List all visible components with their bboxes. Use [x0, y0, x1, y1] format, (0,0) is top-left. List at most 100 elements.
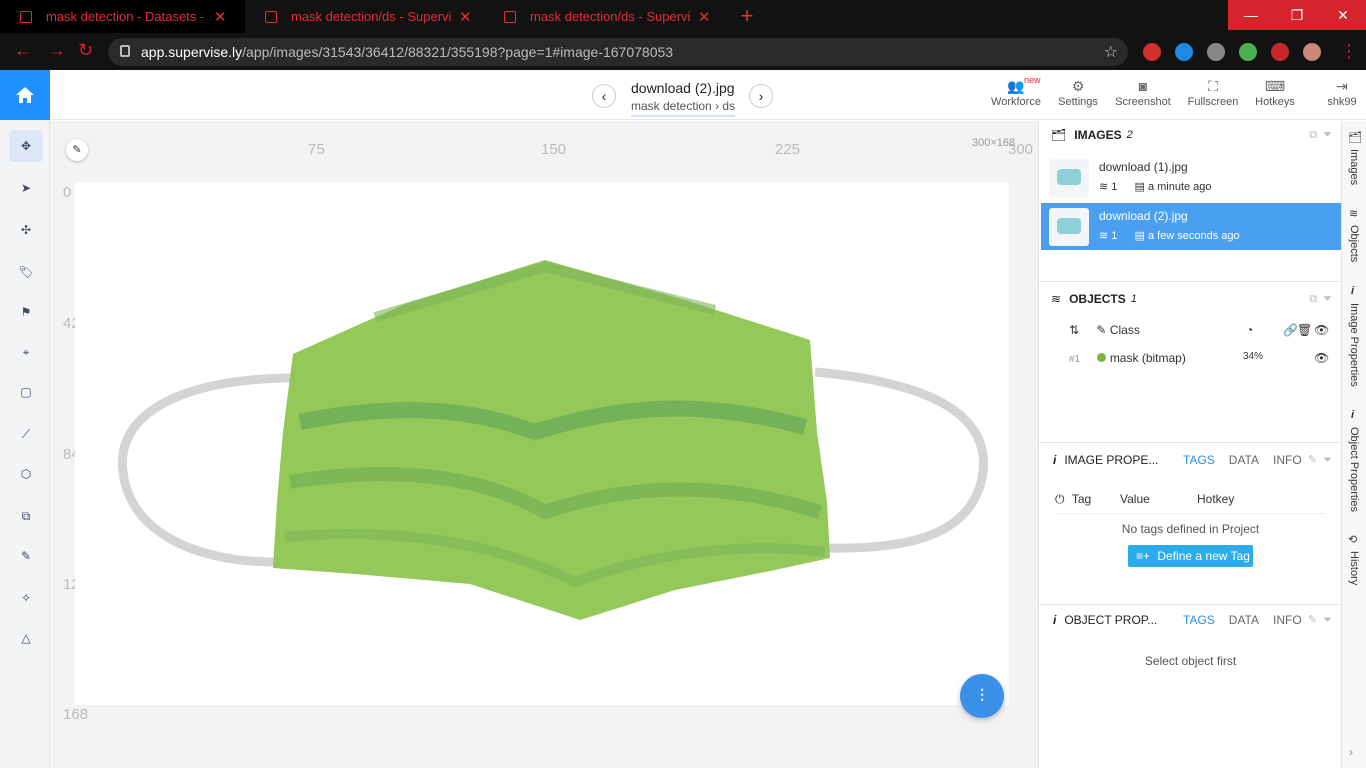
next-image-button[interactable]: › [749, 84, 773, 108]
move-tool-icon[interactable]: ✣ [9, 214, 43, 246]
tab-title: mask detection/ds - Supervisely [291, 9, 451, 24]
image-list-item-selected[interactable]: download (2).jpg ≋ 1 ▤ a few seconds ago [1041, 203, 1341, 250]
settings-button[interactable]: ⚙ Settings [1050, 78, 1106, 108]
annotation-app: ✥ ➤ ✣ 🏷 ⚑ ⌖ ▢ ⟋ ⬡ ⧉ ✎ ✧ △ ‹ download (2)… [0, 70, 1366, 768]
extension-download-icon[interactable] [1207, 43, 1225, 61]
brush-tool-icon[interactable]: ✎ [9, 540, 43, 572]
no-tags-text: No tags defined in Project [1121, 522, 1260, 536]
tab-tags[interactable]: TAGS [1183, 613, 1215, 627]
profile-avatar[interactable] [1303, 43, 1321, 61]
new-tab-button[interactable]: + [734, 5, 760, 29]
graph-tool-icon[interactable]: △ [9, 622, 43, 654]
side-tab-images[interactable]: Images 🗂 [1342, 127, 1366, 187]
home-button[interactable] [0, 70, 50, 120]
cuboid-tool-icon[interactable]: ⧉ [9, 500, 43, 532]
polygon-tool-icon[interactable]: ⬡ [9, 458, 43, 490]
restore-button[interactable]: ❐ [1274, 0, 1320, 30]
flag-tool-icon[interactable]: ⚑ [9, 296, 43, 328]
tab-info[interactable]: INFO [1273, 613, 1302, 627]
browser-tab-1[interactable]: mask detection - Datasets - Supervisely … [0, 0, 245, 33]
breadcrumb-project[interactable]: mask detection [631, 99, 712, 113]
extension-hand-icon[interactable] [1143, 43, 1161, 61]
lock-icon [120, 45, 130, 57]
menu-dots-icon[interactable]: ⋮ [1340, 41, 1358, 62]
browser-tab-3[interactable]: mask detection/ds - Supervisely ✕ [484, 0, 729, 33]
bookmark-star-icon[interactable]: ☆ [1104, 42, 1118, 62]
sort-icon[interactable]: ⇅ [1069, 323, 1079, 337]
edit-filter-icon[interactable]: ✎ ⏷ [1308, 613, 1332, 627]
image-time: a minute ago [1147, 181, 1212, 193]
link-icon[interactable]: 🔗 [1283, 323, 1298, 337]
supervisely-favicon-icon [504, 10, 516, 23]
tab-data[interactable]: DATA [1229, 453, 1259, 467]
polyline-tool-icon[interactable]: ⟋ [9, 418, 43, 450]
minimize-button[interactable]: — [1228, 0, 1274, 30]
tab-tags[interactable]: TAGS [1183, 453, 1215, 467]
images-filter-icon[interactable]: ⧉ ⏷ [1309, 129, 1332, 142]
back-icon[interactable]: ← [14, 40, 32, 61]
object-row[interactable]: #1 mask (bitmap) 34% 👁 [1069, 351, 1329, 365]
trash-icon[interactable]: 🗑 [1297, 323, 1312, 337]
image-list-item[interactable]: download (1).jpg ≋ 1 ▤ a minute ago [1041, 154, 1341, 201]
edit-filter-icon[interactable]: ✎ ⏷ [1308, 453, 1332, 467]
user-logout-button[interactable]: ⇥ shk99 [1324, 78, 1360, 108]
hotkeys-button[interactable]: ⌨ Hotkeys [1250, 78, 1300, 108]
extension-leaf-icon[interactable] [1239, 43, 1257, 61]
tab-data[interactable]: DATA [1229, 613, 1259, 627]
tools-fab-button[interactable]: ⫶ [960, 674, 1004, 718]
workforce-button[interactable]: 👥 Workforce [990, 78, 1042, 108]
object-index: #1 [1069, 354, 1081, 365]
tab-title: mask detection - Datasets - Supervisely [46, 9, 206, 24]
eye-icon[interactable]: 👁 [1314, 323, 1329, 337]
users-icon: 👥 [1007, 78, 1025, 94]
divider [1039, 281, 1342, 282]
close-tab-icon[interactable]: ✕ [459, 8, 472, 26]
pan-tool-icon[interactable]: ✥ [9, 130, 43, 162]
object-area: 34% [1243, 351, 1264, 362]
reload-icon[interactable]: ↻ [78, 40, 93, 61]
brush-settings-icon[interactable]: ✎ [66, 139, 88, 161]
collapse-chevron-icon[interactable]: › [1349, 745, 1353, 759]
close-tab-icon[interactable]: ✕ [698, 8, 711, 26]
fullscreen-icon: ⛶ [1208, 78, 1218, 94]
screenshot-button[interactable]: ◙ Screenshot [1112, 78, 1174, 108]
point-tool-icon[interactable]: ⌖ [9, 336, 43, 368]
side-tab-object-properties[interactable]: Object Properties i [1342, 405, 1366, 515]
annotated-image[interactable] [75, 182, 1009, 705]
tab-info[interactable]: INFO [1273, 453, 1302, 467]
define-tag-button[interactable]: ≡+ Define a new Tag [1128, 545, 1253, 567]
extension-gear-icon[interactable] [1271, 43, 1289, 61]
class-color-dot [1097, 353, 1107, 362]
tag-tool-icon[interactable]: 🏷 [9, 256, 43, 288]
extension-puzzle-icon[interactable] [1175, 43, 1193, 61]
side-tab-history[interactable]: History ⟲ [1342, 529, 1366, 599]
supervisely-favicon-icon [265, 10, 277, 23]
breadcrumb-separator: › [715, 99, 720, 113]
tags-table-header: ⏻ Tag Value Hotkey [1055, 492, 1325, 514]
smart-tool-icon[interactable]: ✧ [9, 582, 43, 614]
rectangle-tool-icon[interactable]: ▢ [9, 376, 43, 408]
breadcrumb: mask detection › ds [631, 99, 736, 117]
calendar-icon: ▤ [1134, 181, 1145, 193]
layers-icon: ≋ [1099, 230, 1109, 242]
prev-image-button[interactable]: ‹ [592, 84, 616, 108]
objects-count: 1 [1130, 293, 1137, 305]
browser-tab-2[interactable]: mask detection/ds - Supervisely ✕ [245, 0, 490, 33]
object-count: 1 [1111, 181, 1118, 193]
side-tab-objects[interactable]: Objects ≋ [1342, 203, 1366, 273]
breadcrumb-dataset[interactable]: ds [722, 99, 735, 113]
canvas-area[interactable]: 75 150 225 300 300×168 0 42 84 12 168 ✎ … [50, 121, 1038, 768]
forward-icon[interactable]: → [48, 40, 66, 61]
close-tab-icon[interactable]: ✕ [214, 8, 227, 26]
close-window-button[interactable]: ✕ [1320, 0, 1366, 30]
objects-filter-icon[interactable]: ⧉ ⏷ [1309, 293, 1332, 306]
ruler-x-label: 150 [541, 141, 567, 158]
url-bar[interactable]: app.supervise.ly/app/images/31543/36412/… [108, 38, 1128, 66]
editor-header: ‹ download (2).jpg mask detection › ds ›… [50, 70, 1366, 120]
select-tool-icon[interactable]: ➤ [9, 172, 43, 204]
eye-icon[interactable]: 👁 [1314, 351, 1329, 365]
side-tab-image-properties[interactable]: Image Properties i [1342, 281, 1366, 391]
fullscreen-button[interactable]: ⛶ Fullscreen [1186, 78, 1240, 108]
image-thumbnail [1049, 159, 1089, 197]
images-icon: 🗂 [1051, 128, 1067, 142]
